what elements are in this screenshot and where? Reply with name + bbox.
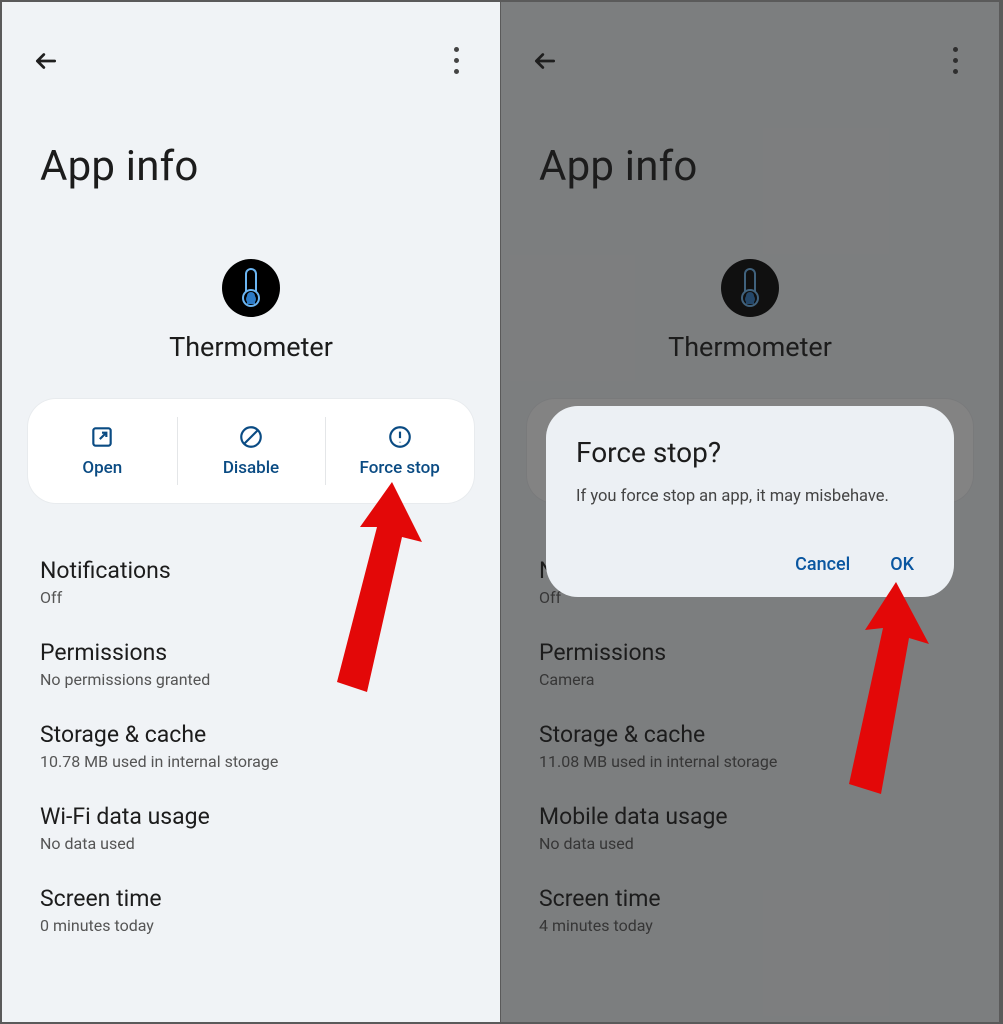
settings-list: Notifications Off Permissions No permiss… bbox=[2, 543, 500, 953]
screen-time-item[interactable]: Screen time 0 minutes today bbox=[40, 871, 462, 953]
overflow-menu-button[interactable] bbox=[436, 41, 476, 81]
setting-title: Permissions bbox=[40, 639, 462, 666]
setting-sub: 10.78 MB used in internal storage bbox=[40, 752, 462, 771]
dialog-actions: Cancel OK bbox=[576, 554, 924, 575]
cancel-button[interactable]: Cancel bbox=[795, 554, 850, 575]
setting-title: Storage & cache bbox=[40, 721, 462, 748]
open-in-new-icon bbox=[89, 424, 115, 450]
open-label: Open bbox=[82, 458, 122, 478]
permissions-item[interactable]: Permissions No permissions granted bbox=[40, 625, 462, 707]
disable-button[interactable]: Disable bbox=[177, 399, 326, 503]
top-bar bbox=[2, 2, 500, 87]
setting-title: Wi-Fi data usage bbox=[40, 803, 462, 830]
force-stop-button[interactable]: Force stop bbox=[325, 399, 474, 503]
force-stop-dialog: Force stop? If you force stop an app, it… bbox=[546, 406, 954, 597]
setting-sub: 0 minutes today bbox=[40, 916, 462, 935]
screenshot-right: App info Thermometer Open Disable F bbox=[501, 2, 999, 1022]
setting-sub: No data used bbox=[40, 834, 462, 853]
kebab-icon bbox=[454, 44, 459, 77]
setting-title: Screen time bbox=[40, 885, 462, 912]
dialog-title: Force stop? bbox=[576, 436, 924, 469]
disable-label: Disable bbox=[223, 458, 279, 478]
app-name: Thermometer bbox=[169, 331, 333, 363]
action-buttons-row: Open Disable Force stop bbox=[28, 399, 474, 503]
modal-scrim[interactable]: Force stop? If you force stop an app, it… bbox=[501, 2, 999, 1022]
app-icon bbox=[222, 259, 280, 317]
disable-icon bbox=[238, 424, 264, 450]
open-button[interactable]: Open bbox=[28, 399, 177, 503]
app-header: Thermometer bbox=[2, 259, 500, 363]
setting-title: Notifications bbox=[40, 557, 462, 584]
arrow-left-icon bbox=[33, 48, 59, 74]
page-title: App info bbox=[2, 87, 500, 191]
notifications-item[interactable]: Notifications Off bbox=[40, 543, 462, 625]
force-stop-label: Force stop bbox=[360, 458, 440, 478]
screenshot-left: App info Thermometer Open Disable F bbox=[2, 2, 500, 1022]
alert-circle-icon bbox=[387, 424, 413, 450]
dialog-message: If you force stop an app, it may misbeha… bbox=[576, 487, 924, 506]
ok-button[interactable]: OK bbox=[890, 554, 914, 575]
storage-item[interactable]: Storage & cache 10.78 MB used in interna… bbox=[40, 707, 462, 789]
setting-sub: No permissions granted bbox=[40, 670, 462, 689]
wifi-data-item[interactable]: Wi-Fi data usage No data used bbox=[40, 789, 462, 871]
back-button[interactable] bbox=[26, 41, 66, 81]
setting-sub: Off bbox=[40, 588, 462, 607]
